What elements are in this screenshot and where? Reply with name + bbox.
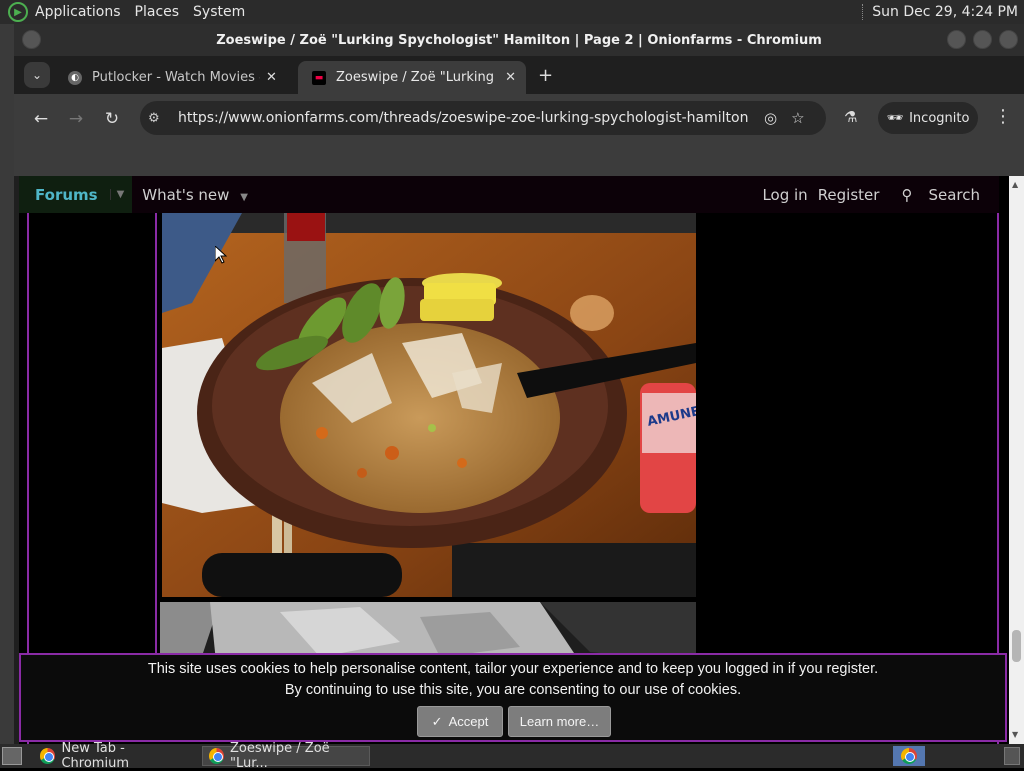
nav-account-links: Log in Register ⚲ Search [757,186,999,204]
browser-toolbar: ← → ↻ ⚙ https://www.onionfarms.com/threa… [14,94,1024,144]
close-tab-icon[interactable]: ✕ [266,70,277,85]
learn-more-label: Learn more… [519,714,600,729]
chromium-icon [901,748,917,764]
bottom-taskbar: New Tab - Chromium Zoeswipe / Zoë "Lur..… [0,741,1024,771]
tray-chromium-icon[interactable] [893,746,925,766]
window-menu-button[interactable] [22,30,41,49]
search-icon: ⚲ [901,185,913,204]
eye-slash-icon[interactable]: ◎ [764,109,777,127]
tab-title: Putlocker - Watch Movies & TV [92,70,260,85]
url-text[interactable]: https://www.onionfarms.com/threads/zoesw… [178,110,750,126]
browser-window: Zoeswipe / Zoë "Lurking Spychologist" Ha… [14,24,1024,744]
nav-whats-new[interactable]: What's new ▼ [132,186,258,204]
post-divider [155,213,157,693]
places-menu[interactable]: Places [128,0,187,24]
login-link[interactable]: Log in [757,186,812,204]
clock-area: Sun Dec 29, 4:24 PM [862,4,1024,20]
tab-zoeswipe[interactable]: ▬ Zoeswipe / Zoë "Lurking Spychologist" … [298,61,526,94]
address-bar[interactable]: ⚙ https://www.onionfarms.com/threads/zoe… [140,101,826,135]
learn-more-button[interactable]: Learn more… [508,706,611,737]
gnome-foot-icon[interactable]: ▶ [8,2,28,22]
toolbar-spacer [14,144,1024,176]
scrollbar-thumb[interactable] [1012,630,1021,662]
workspace-switcher[interactable] [1004,747,1020,765]
accept-cookies-button[interactable]: ✓ Accept [417,706,503,737]
onionfarms-favicon-icon: ▬ [312,70,326,85]
window-title: Zoeswipe / Zoë "Lurking Spychologist" Ha… [216,32,822,48]
nav-forums-tab[interactable]: Forums ▼ [19,176,133,213]
chromium-icon [40,748,56,764]
incognito-icon: 🕶 [886,110,904,126]
tab-title: Zoeswipe / Zoë "Lurking Spychologist" [336,70,499,85]
checkmark-icon: ✓ [431,713,443,729]
putlocker-favicon-icon: ◐ [68,70,82,85]
taskbar-item-label: Zoeswipe / Zoë "Lur... [230,741,330,771]
close-window-button[interactable] [999,30,1018,49]
nav-forums-label: Forums [35,185,98,204]
kebab-menu-icon[interactable]: ⋮ [994,106,1012,127]
back-arrow-icon[interactable]: ← [29,107,53,131]
new-tab-plus-icon[interactable]: + [538,65,553,86]
food-bowl-image: AMUNE D [162,213,696,597]
applications-menu[interactable]: Applications [28,0,128,24]
title-bar[interactable]: Zoeswipe / Zoë "Lurking Spychologist" Ha… [14,24,1024,56]
caret-down-icon[interactable]: ▼ [240,192,248,203]
mouse-cursor-icon [215,246,227,264]
site-navigation: Forums ▼ What's new ▼ Log in Register ⚲ … [19,176,999,213]
accept-label: Accept [448,714,489,729]
taskbar-item-new-tab[interactable]: New Tab - Chromium [34,741,198,771]
labs-flask-icon[interactable]: ⚗ [844,108,857,126]
panel-separator [862,4,864,20]
post-photo-food-bowl[interactable]: AMUNE D [162,213,696,597]
tab-search-button[interactable]: ⌄ [24,62,50,88]
tab-putlocker[interactable]: ◐ Putlocker - Watch Movies & TV ✕ [54,61,294,94]
search-label: Search [928,185,980,204]
chromium-icon [209,748,225,764]
nav-whats-new-label: What's new [142,185,230,204]
maximize-button[interactable] [973,30,992,49]
page-scrollbar[interactable]: ▲ ▼ [1009,176,1024,744]
forward-arrow-icon[interactable]: → [64,107,88,131]
desktop-edge [0,24,14,744]
close-tab-icon[interactable]: ✕ [505,70,516,85]
page-viewport: AMUNE D Forums ▼ What's new ▼ [19,176,1009,744]
show-desktop-icon[interactable] [2,747,22,765]
search-link[interactable]: ⚲ Search [884,186,999,204]
taskbar-item-label: New Tab - Chromium [61,741,129,771]
cookie-text-line-2: By continuing to use this site, you are … [284,682,742,698]
panel-clock[interactable]: Sun Dec 29, 4:24 PM [872,4,1018,20]
taskbar-item-zoeswipe[interactable]: Zoeswipe / Zoë "Lur... [202,741,370,771]
reload-icon[interactable]: ↻ [100,107,124,131]
incognito-badge[interactable]: 🕶 Incognito [878,102,978,134]
scroll-down-arrow-icon[interactable]: ▼ [1012,730,1018,739]
caret-down-icon[interactable]: ▼ [109,189,124,200]
scroll-up-arrow-icon[interactable]: ▲ [1012,180,1018,189]
bookmark-star-icon[interactable]: ☆ [791,109,804,127]
minimize-button[interactable] [947,30,966,49]
system-menu[interactable]: System [186,0,252,24]
top-panel: ▶ Applications Places System Sun Dec 29,… [0,0,1024,24]
site-info-icon[interactable]: ⚙ [148,111,170,126]
incognito-label: Incognito [909,110,970,126]
cookie-notice: This site uses cookies to help personali… [19,653,1007,742]
register-link[interactable]: Register [813,186,885,204]
tab-strip: ⌄ ◐ Putlocker - Watch Movies & TV ✕ ▬ Zo… [14,56,1024,94]
chevron-down-icon: ⌄ [31,68,43,82]
cookie-text-line-1: This site uses cookies to help personali… [147,661,879,677]
